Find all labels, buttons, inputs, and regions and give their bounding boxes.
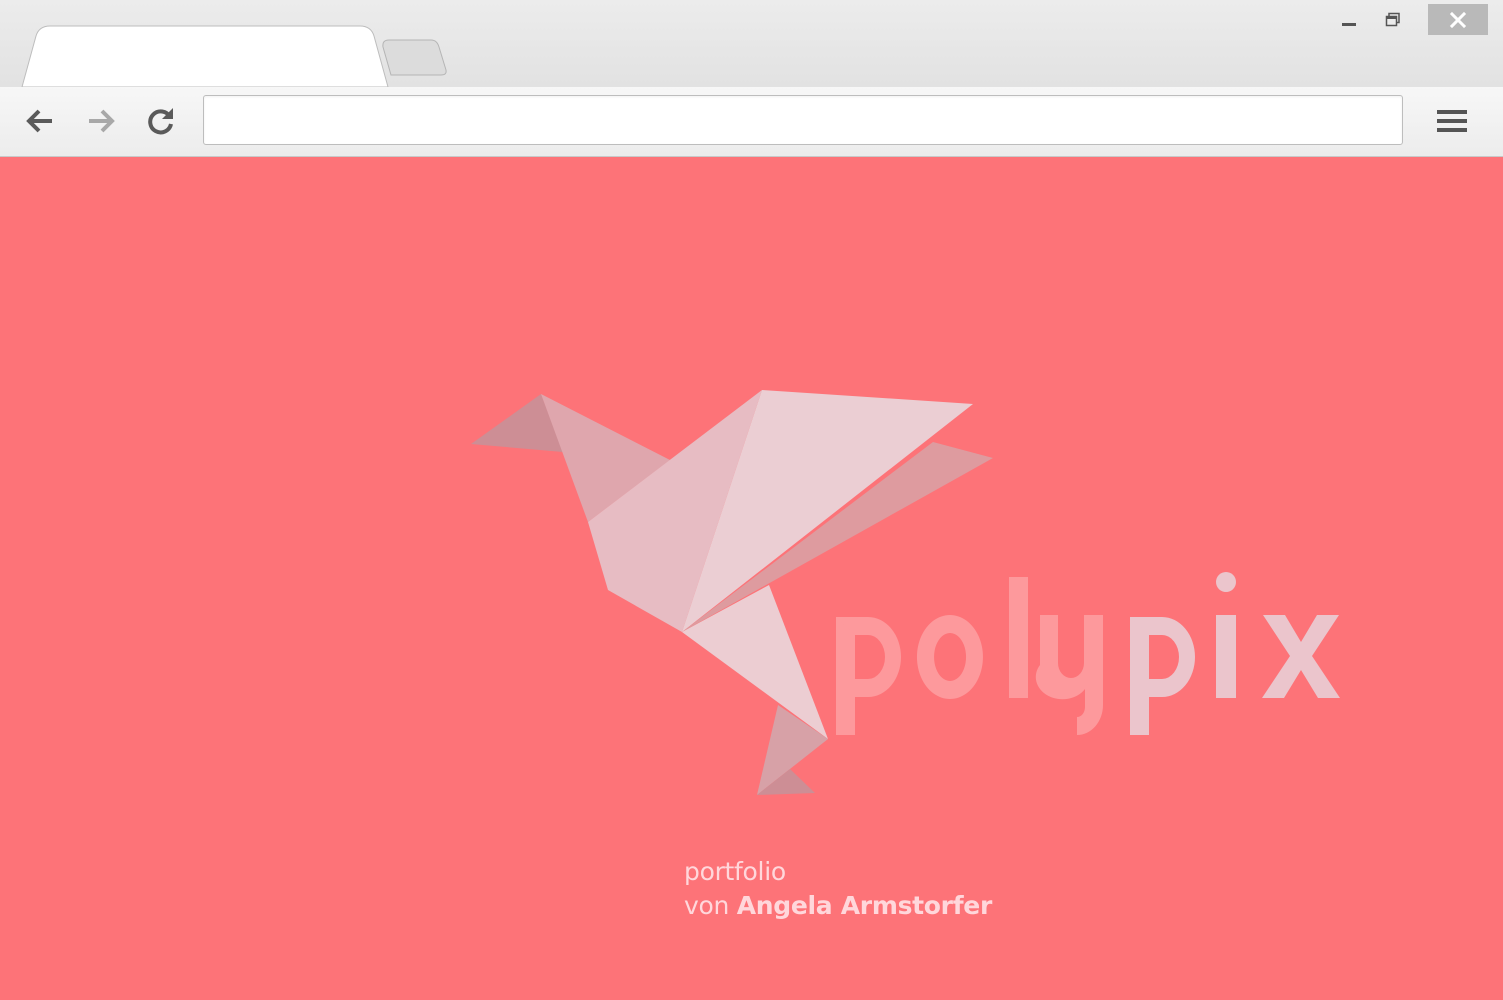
restore-icon xyxy=(1385,12,1400,27)
back-button[interactable] xyxy=(20,101,60,141)
back-icon xyxy=(26,109,52,133)
reload-button[interactable] xyxy=(141,101,181,141)
forward-icon xyxy=(89,109,115,133)
tagline-portfolio: portfolio xyxy=(684,857,786,886)
page-viewport: portfolio von Angela Armstorfer xyxy=(0,157,1503,1000)
new-tab-button[interactable] xyxy=(382,39,447,76)
browser-window: portfolio von Angela Armstorfer xyxy=(0,0,1503,1000)
close-icon xyxy=(1449,11,1467,28)
tab-strip xyxy=(0,0,1503,87)
minimize-icon xyxy=(1342,23,1356,26)
menu-icon xyxy=(1437,110,1467,132)
reload-icon xyxy=(148,108,173,135)
polypix-wordmark xyxy=(836,572,1340,735)
menu-button[interactable] xyxy=(1432,101,1472,141)
minimize-button[interactable] xyxy=(1332,4,1366,36)
tagline-prefix: von xyxy=(684,891,730,920)
tagline-author-line: von Angela Armstorfer xyxy=(684,889,992,923)
author-name: Angela Armstorfer xyxy=(736,891,993,920)
tagline: portfolio von Angela Armstorfer xyxy=(684,855,992,923)
restore-button[interactable] xyxy=(1376,4,1410,36)
close-button[interactable] xyxy=(1428,4,1488,35)
tab-shapes xyxy=(21,25,447,87)
forward-button[interactable] xyxy=(81,101,121,141)
browser-toolbar xyxy=(0,87,1503,157)
origami-bird-icon xyxy=(471,390,993,795)
active-tab[interactable] xyxy=(21,25,389,87)
address-bar[interactable] xyxy=(203,95,1403,145)
